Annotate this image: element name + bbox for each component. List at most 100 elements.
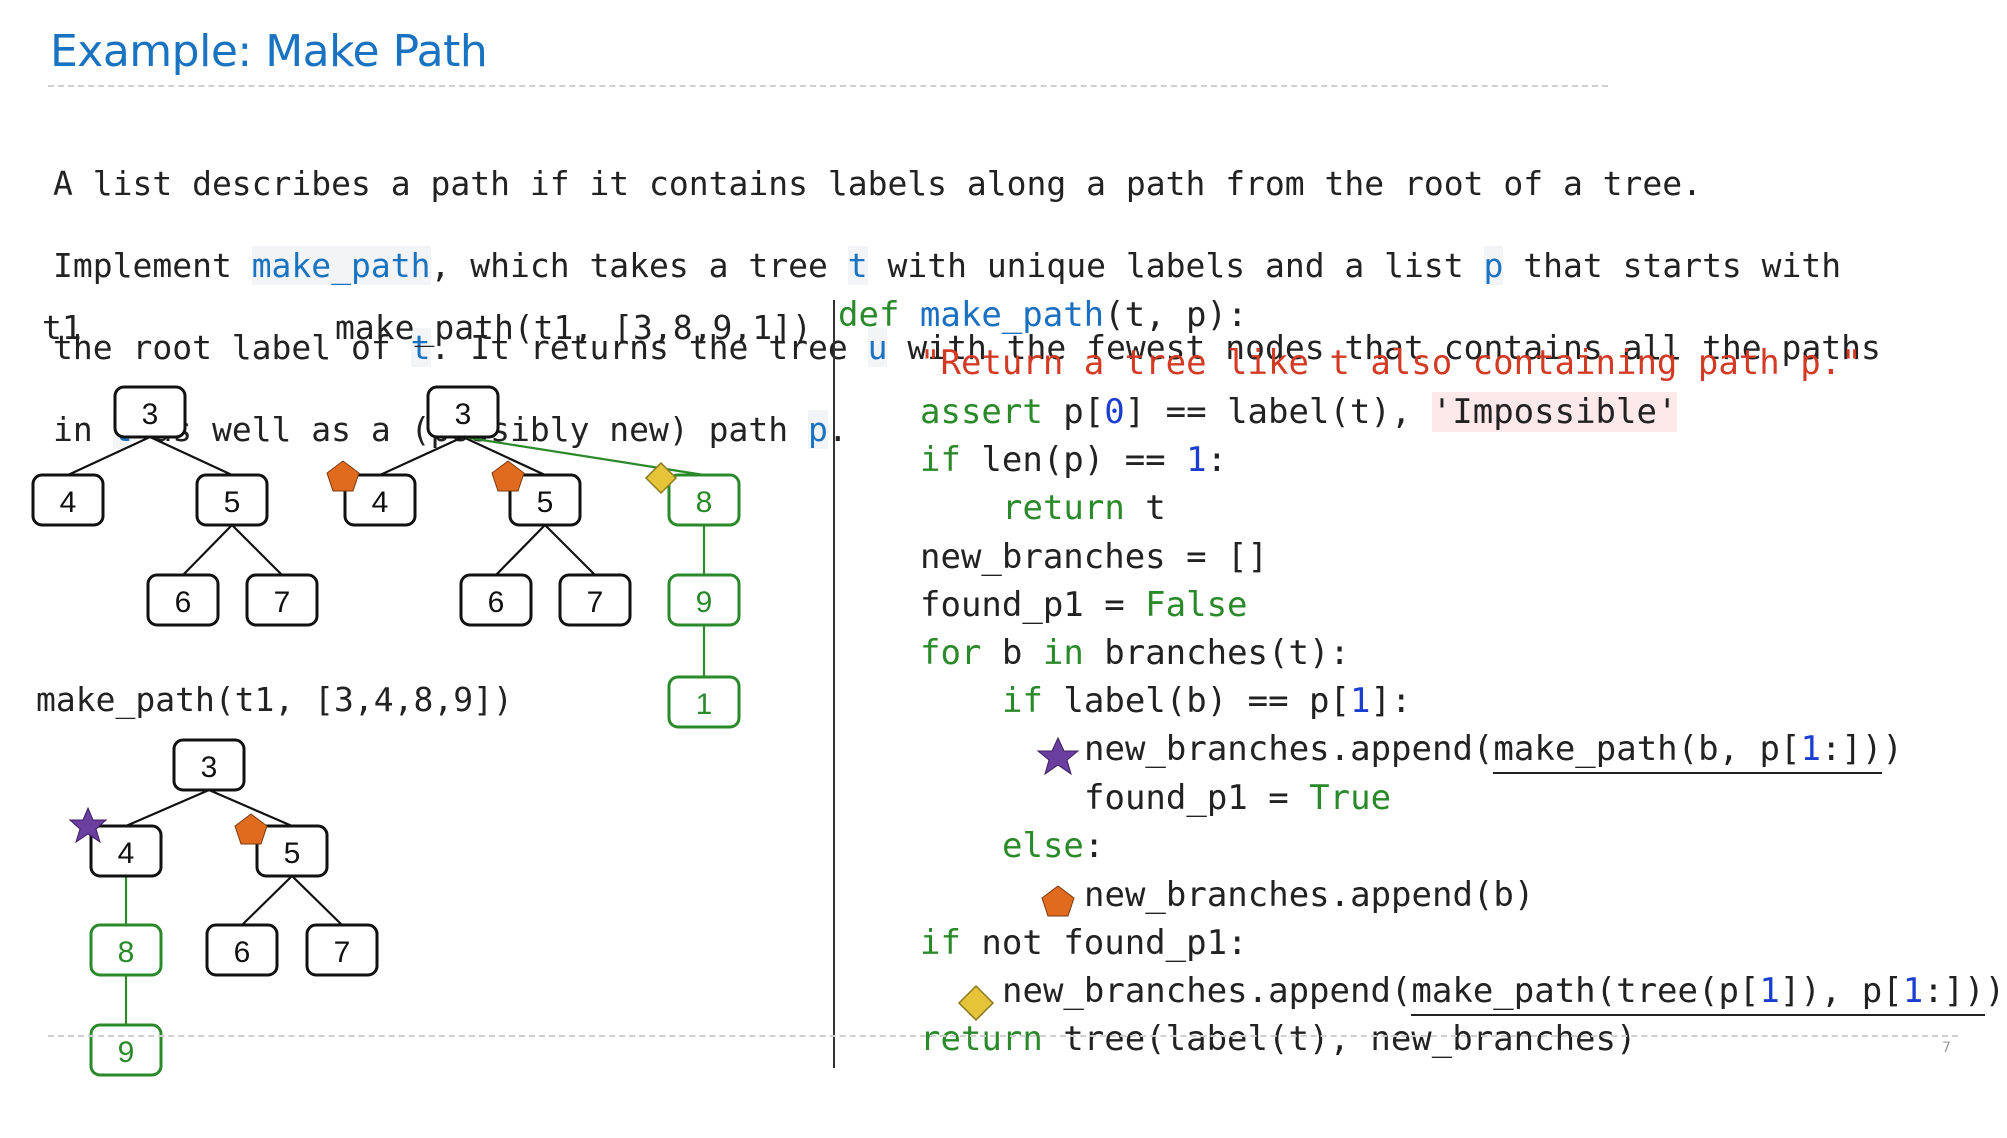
keyword: assert [920,392,1043,432]
text: ] == label(t), [1124,392,1432,432]
node-3: 3 [426,385,500,439]
string: 'Impossible' [1431,392,1678,432]
code-line-9: if label(b) == p[1]: [1002,678,1411,724]
node-8-new: 8 [667,473,741,527]
node-9-new: 9 [667,573,741,627]
text: new_branches.append( [1002,971,1412,1011]
node-5: 5 [255,824,329,878]
pentagon-marker-icon [234,813,268,845]
node-label: 9 [696,586,713,619]
edge [182,524,233,576]
node-label: 1 [696,688,713,721]
function-name: make_path [919,295,1105,335]
text: : [1083,826,1105,866]
edge [495,524,546,576]
node-label: 4 [60,486,77,519]
answer-text: make_path(tree(p[ [1411,971,1760,1011]
node-9-new: 9 [89,1023,163,1077]
keyword: if [1002,681,1043,721]
pentagon-marker-icon [491,460,525,492]
node-5: 5 [195,473,269,527]
footer-divider [48,1035,1958,1037]
answer-text: :]) [1923,971,1985,1011]
node-label: 3 [201,751,218,784]
code-line-11: found_p1 = True [1084,775,1391,821]
code-line-8: for b in branches(t): [920,630,1350,676]
keyword: for [920,633,982,673]
answer-text: ]), p[ [1779,971,1903,1011]
node-label: 6 [175,586,192,619]
node-8-new: 8 [89,923,163,977]
code-line-6: new_branches = [] [920,534,1268,580]
node-label: 3 [142,398,159,431]
text: : [1206,440,1228,480]
node-label: 8 [696,486,713,519]
text: ) [1882,729,1903,769]
edge [125,788,210,828]
number: 1 [1186,440,1207,480]
pentagon-marker-icon [326,460,360,492]
node-7: 7 [558,573,632,627]
text: p[ [1042,392,1105,432]
keyword: if [920,440,961,480]
answer-text: make_path(b, p[ [1493,729,1801,769]
code-line-2: "Return a tree like t also containing pa… [920,340,1862,386]
text: new_branches.append( [1084,729,1494,769]
text: branches(t): [1083,633,1350,673]
code-line-1: def make_path(t, p): [838,292,1247,338]
code-line-4: if len(p) == 1: [920,437,1227,483]
node-label: 5 [224,486,241,519]
keyword: return [920,1019,1043,1059]
page-number: 7 [1942,1040,1951,1056]
node-7: 7 [245,573,319,627]
number: 0 [1104,392,1125,432]
text: found_p1 = [1084,778,1310,818]
text: not found_p1: [960,923,1248,963]
fill-in-blank-2: make_path(tree(p[1]), p[1:]) [1411,968,1985,1016]
keyword: return [1002,488,1125,528]
node-label: 6 [234,936,251,969]
text: new_branches = [] [920,537,1268,577]
number: 1 [1902,971,1924,1011]
answer-text: :]) [1820,729,1883,769]
node-4: 4 [31,473,105,527]
node-label: 5 [537,486,554,519]
node-6: 6 [459,573,533,627]
number: 1 [1350,681,1371,721]
code-line-16: return tree(label(t), new_branches) [920,1016,1636,1062]
number: 1 [1800,729,1821,769]
keyword: in [1042,633,1084,673]
text: t [1124,488,1166,528]
keyword: if [920,923,961,963]
node-6: 6 [146,573,220,627]
tree-t1: 3 4 5 6 7 [31,385,319,627]
node-label: 5 [284,837,301,870]
text: ]: [1370,681,1412,721]
node-3: 3 [113,385,187,439]
edge [241,875,293,926]
node-label: 4 [372,486,389,519]
node-label: 4 [118,837,135,870]
text: label(b) == p[ [1042,681,1350,721]
code-line-5: return t [1002,485,1166,531]
code-line-7: found_p1 = False [920,582,1248,628]
node-label: 3 [455,398,472,431]
edge [67,436,151,476]
text: b [981,633,1043,673]
keyword: True [1309,778,1392,818]
number: 1 [1759,971,1780,1011]
tree-path-3489: 3 4 5 6 7 8 9 [68,738,379,1077]
code-line-12: else: [1002,823,1104,869]
star-marker-icon [1036,736,1080,776]
pentagon-marker-icon [1041,885,1075,917]
edge [544,524,596,576]
keyword: False [1145,585,1248,625]
docstring: "Return a tree like t also containing pa… [920,343,1862,383]
tree-path-3891: 3 4 5 6 7 8 9 1 [326,385,741,729]
code-line-13: new_branches.append(b) [1084,872,1534,918]
text: tree(label(t), new_branches) [1042,1019,1637,1059]
keyword: def [838,295,900,335]
code-block: def make_path(t, p): "Return a tree like… [838,292,2005,1059]
node-label: 9 [118,1036,135,1069]
node-label: 7 [334,936,351,969]
